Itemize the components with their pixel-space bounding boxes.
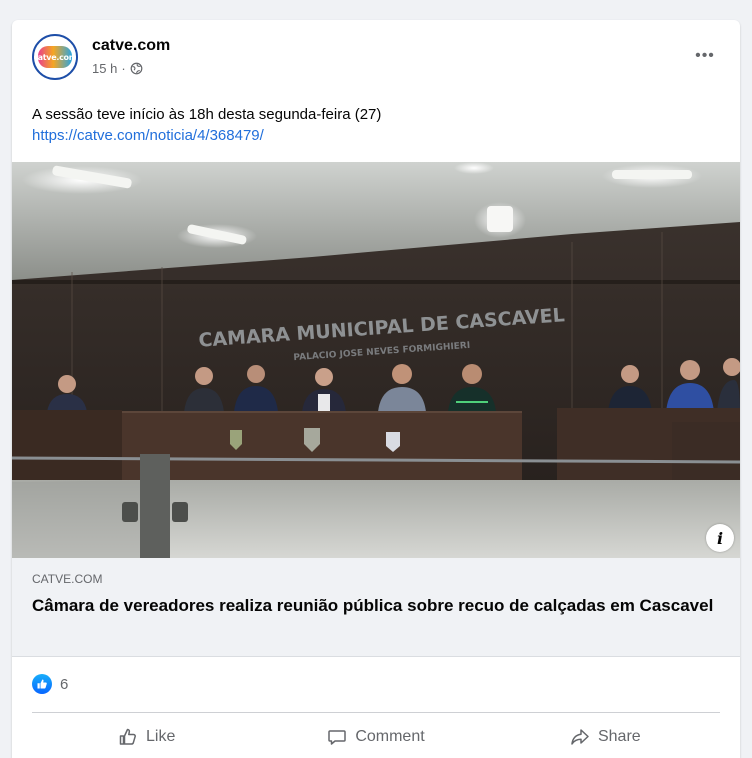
post-text: A sessão teve início às 18h desta segund… — [32, 106, 382, 123]
preview-headline[interactable]: Câmara de vereadores realiza reunião púb… — [32, 594, 722, 618]
like-label: Like — [145, 728, 176, 745]
info-button[interactable]: i — [706, 524, 734, 552]
meta-separator: · — [121, 61, 126, 76]
logo-text: catve.com — [33, 52, 77, 62]
thumbs-up-icon — [37, 679, 47, 689]
share-arrow-icon — [571, 729, 589, 745]
comment-button[interactable]: Comment — [261, 717, 490, 757]
page-avatar[interactable]: catve.com — [32, 34, 78, 80]
share-button[interactable]: Share — [491, 717, 720, 757]
actions-divider — [32, 712, 720, 713]
council-chamber-photo: CAMARA MUNICIPAL DE CASCAVEL PALACIO JOS… — [12, 162, 740, 558]
catve-logo: catve.com — [34, 46, 76, 68]
post-actions: Like Comment Share — [32, 717, 720, 757]
post-message: A sessão teve início às 18h desta segund… — [32, 104, 720, 146]
post-header: catve.com catve.com 15 h · ••• — [32, 34, 720, 84]
preview-domain: CATVE.COM — [32, 572, 103, 586]
like-reaction-icon — [32, 674, 52, 694]
like-button[interactable]: Like — [32, 717, 261, 757]
link-preview[interactable]: CATVE.COM Câmara de vereadores realiza r… — [12, 558, 740, 657]
more-options-button[interactable]: ••• — [690, 44, 720, 68]
thumbs-up-icon — [119, 728, 136, 745]
post-meta: 15 h · — [92, 61, 143, 76]
reaction-count: 6 — [60, 675, 69, 693]
post-link[interactable]: https://catve.com/noticia/4/368479/ — [32, 125, 720, 146]
comment-icon — [328, 730, 347, 745]
page-name-link[interactable]: catve.com — [92, 37, 170, 55]
post-image[interactable]: CAMARA MUNICIPAL DE CASCAVEL PALACIO JOS… — [12, 162, 740, 558]
post-time[interactable]: 15 h — [92, 61, 117, 76]
post-card: catve.com catve.com 15 h · ••• A sessão … — [12, 20, 740, 758]
comment-label: Comment — [355, 728, 425, 745]
reactions-summary[interactable]: 6 — [32, 672, 68, 696]
globe-icon — [130, 62, 143, 75]
share-label: Share — [597, 728, 641, 745]
